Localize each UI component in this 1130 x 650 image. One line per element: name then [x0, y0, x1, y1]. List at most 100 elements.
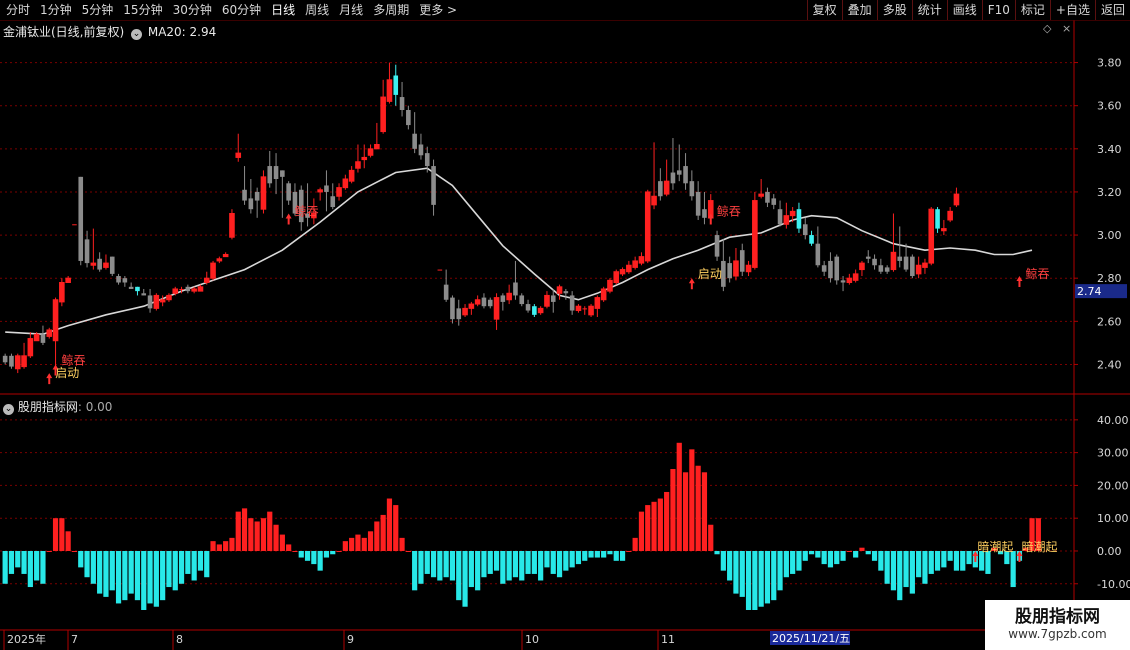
candle [928, 207, 935, 266]
period-tab[interactable]: 60分钟 [218, 2, 267, 18]
candle-body [172, 288, 179, 294]
candle-body [406, 110, 411, 126]
candle [135, 286, 140, 296]
candle-body [386, 79, 393, 102]
candle-body [846, 277, 853, 283]
candle [765, 187, 770, 208]
candle [525, 299, 531, 313]
candle-body [348, 169, 355, 182]
osc-bar [676, 442, 682, 551]
toolbar-button[interactable]: 叠加 [841, 0, 877, 20]
osc-bar [52, 518, 59, 551]
osc-bar [670, 469, 676, 551]
candle-body [468, 303, 475, 309]
price-tick-label: 2.40 [1097, 358, 1122, 371]
candle [828, 252, 833, 283]
candle [745, 260, 752, 277]
candle [242, 166, 247, 205]
candle-body [809, 235, 814, 244]
osc-bar [884, 550, 890, 584]
toolbar-button[interactable]: 多股 [876, 0, 912, 20]
osc-bar [745, 550, 752, 610]
candle [714, 230, 720, 261]
signal-label: 鲸吞 [717, 204, 741, 219]
osc-tick-label: 40.00 [1097, 414, 1129, 427]
toolbar-button[interactable]: 画线 [946, 0, 982, 20]
osc-bar [40, 550, 46, 584]
candle [84, 230, 90, 268]
candle [897, 226, 903, 268]
date-label: 8 [176, 633, 183, 646]
osc-bar [97, 550, 103, 594]
period-tab[interactable]: 周线 [301, 2, 335, 18]
candle-body [532, 306, 537, 315]
osc-bar [493, 550, 500, 571]
candle-body [399, 97, 405, 110]
diamond-icon[interactable]: ◇ [1043, 22, 1051, 35]
candle-body [594, 297, 601, 309]
osc-bar [191, 550, 197, 581]
period-tab[interactable]: 分时 [2, 2, 36, 18]
kline-chart[interactable]: 3.80 3.60 3.40 3.20 3.00 2.80 2.60 2.40 40.00 30.… [0, 20, 1130, 650]
period-tab[interactable]: 1分钟 [36, 2, 78, 18]
candle-body [525, 304, 531, 311]
candle-body [683, 166, 688, 184]
candle-body [588, 305, 594, 316]
osc-bar [462, 550, 468, 607]
signal-mark: 启动 [688, 267, 722, 290]
osc-bar [1010, 550, 1016, 588]
osc-bar [443, 550, 449, 578]
osc-bar [78, 550, 84, 568]
candle-body [90, 262, 97, 266]
candle-body [153, 294, 160, 309]
candle-body [613, 271, 620, 283]
candle [487, 297, 493, 309]
candle-body [2, 355, 8, 363]
period-tab[interactable]: 更多 > [415, 2, 463, 18]
candle [72, 224, 77, 226]
candle [235, 133, 242, 162]
ma-settings-icon[interactable]: ⌄ [131, 29, 143, 40]
candle [153, 293, 160, 311]
candle-body [802, 224, 808, 236]
period-tab[interactable]: 多周期 [369, 2, 415, 18]
close-icon[interactable]: × [1062, 22, 1071, 35]
candle [922, 258, 928, 274]
period-tab[interactable]: 30分钟 [169, 2, 218, 18]
toolbar-button[interactable]: +自选 [1049, 0, 1095, 20]
candle [865, 250, 871, 264]
candle-body [638, 256, 645, 264]
candle-body [361, 156, 368, 161]
candle [537, 306, 544, 315]
osc-bar [59, 518, 65, 551]
indicator-settings-icon[interactable]: ⌄ [3, 404, 14, 415]
candle-body [550, 295, 556, 302]
osc-tick-label: 0.00 [1097, 545, 1122, 558]
osc-bar [204, 550, 210, 578]
toolbar-button[interactable]: 标记 [1014, 0, 1050, 20]
candle [663, 159, 670, 197]
candle [884, 265, 890, 274]
period-tab[interactable]: 月线 [335, 2, 369, 18]
panel-icons: ◇ × [1043, 22, 1071, 35]
osc-bar [292, 550, 298, 552]
candle [626, 260, 632, 274]
candle-body [65, 277, 71, 283]
toolbar-button[interactable]: 复权 [806, 0, 842, 20]
period-tab[interactable]: 15分钟 [119, 2, 168, 18]
osc-bar [752, 550, 758, 610]
candle [550, 288, 556, 313]
candle-body [273, 166, 279, 179]
candle-body [197, 286, 204, 292]
osc-bar [241, 508, 248, 551]
period-tab[interactable]: 日线 [267, 2, 301, 18]
toolbar-button[interactable]: F10 [981, 0, 1015, 20]
candle-body [840, 280, 846, 283]
toolbar-button[interactable]: 统计 [911, 0, 947, 20]
candle [324, 170, 329, 212]
period-tab[interactable]: 5分钟 [78, 2, 120, 18]
toolbar-button[interactable]: 返回 [1094, 0, 1130, 20]
candle-body [78, 176, 84, 261]
candle-body [33, 333, 40, 342]
candle [336, 183, 342, 201]
